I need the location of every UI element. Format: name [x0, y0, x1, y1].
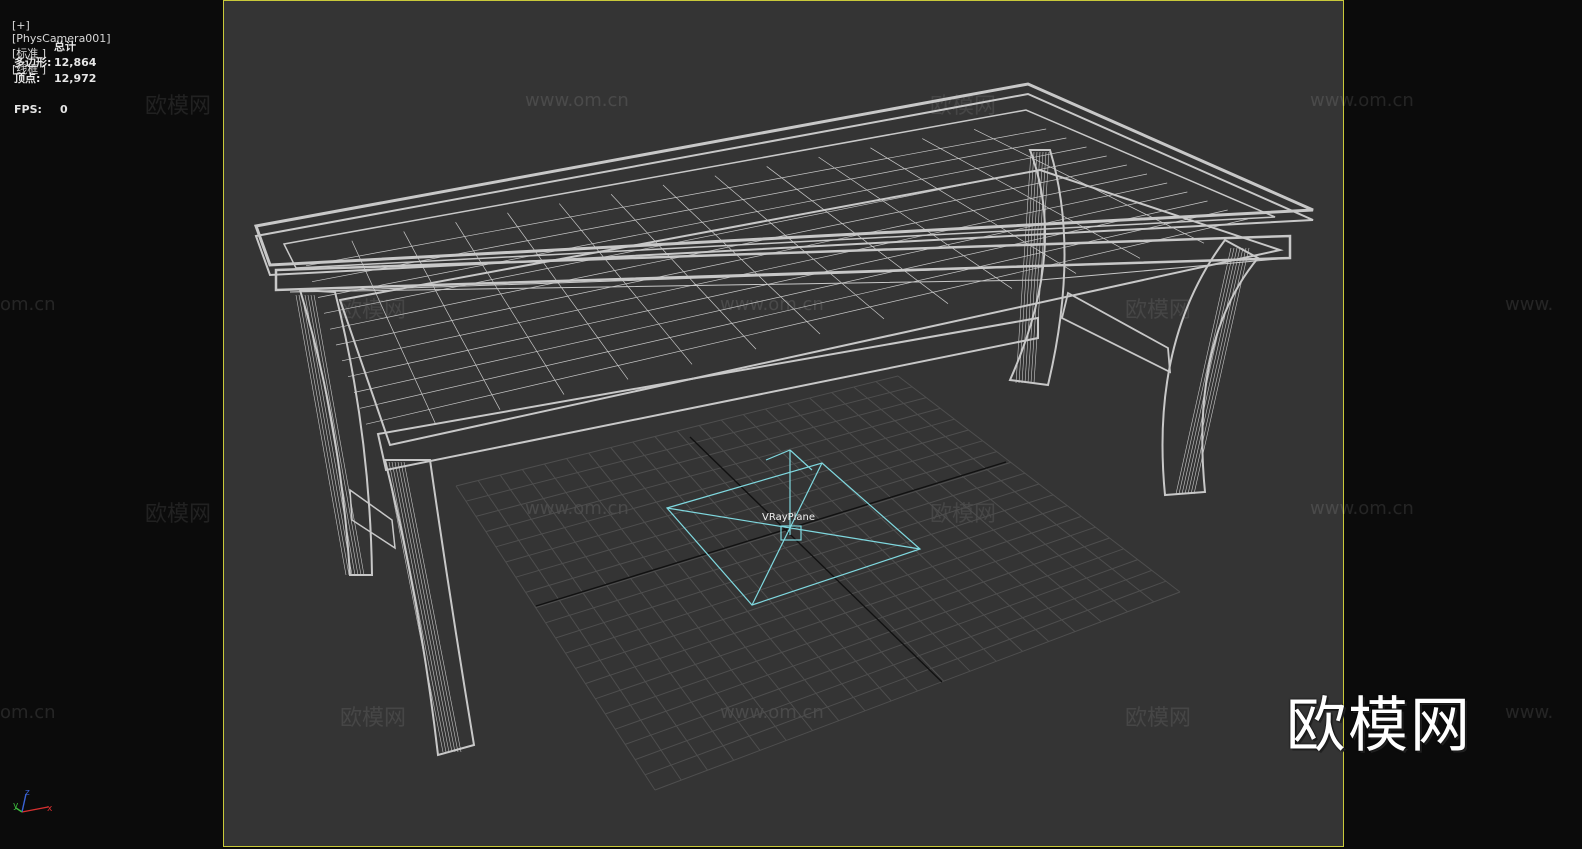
vray-plane-label: VRayPlane: [762, 512, 816, 523]
axis-z-label: z: [25, 788, 30, 798]
axis-tripod: x z y: [13, 788, 53, 814]
axis-y-label: y: [13, 801, 19, 811]
axis-x-label: x: [47, 804, 53, 814]
grid-axis-line: [535, 461, 1007, 607]
brand-logo: 欧模网: [1286, 691, 1472, 761]
